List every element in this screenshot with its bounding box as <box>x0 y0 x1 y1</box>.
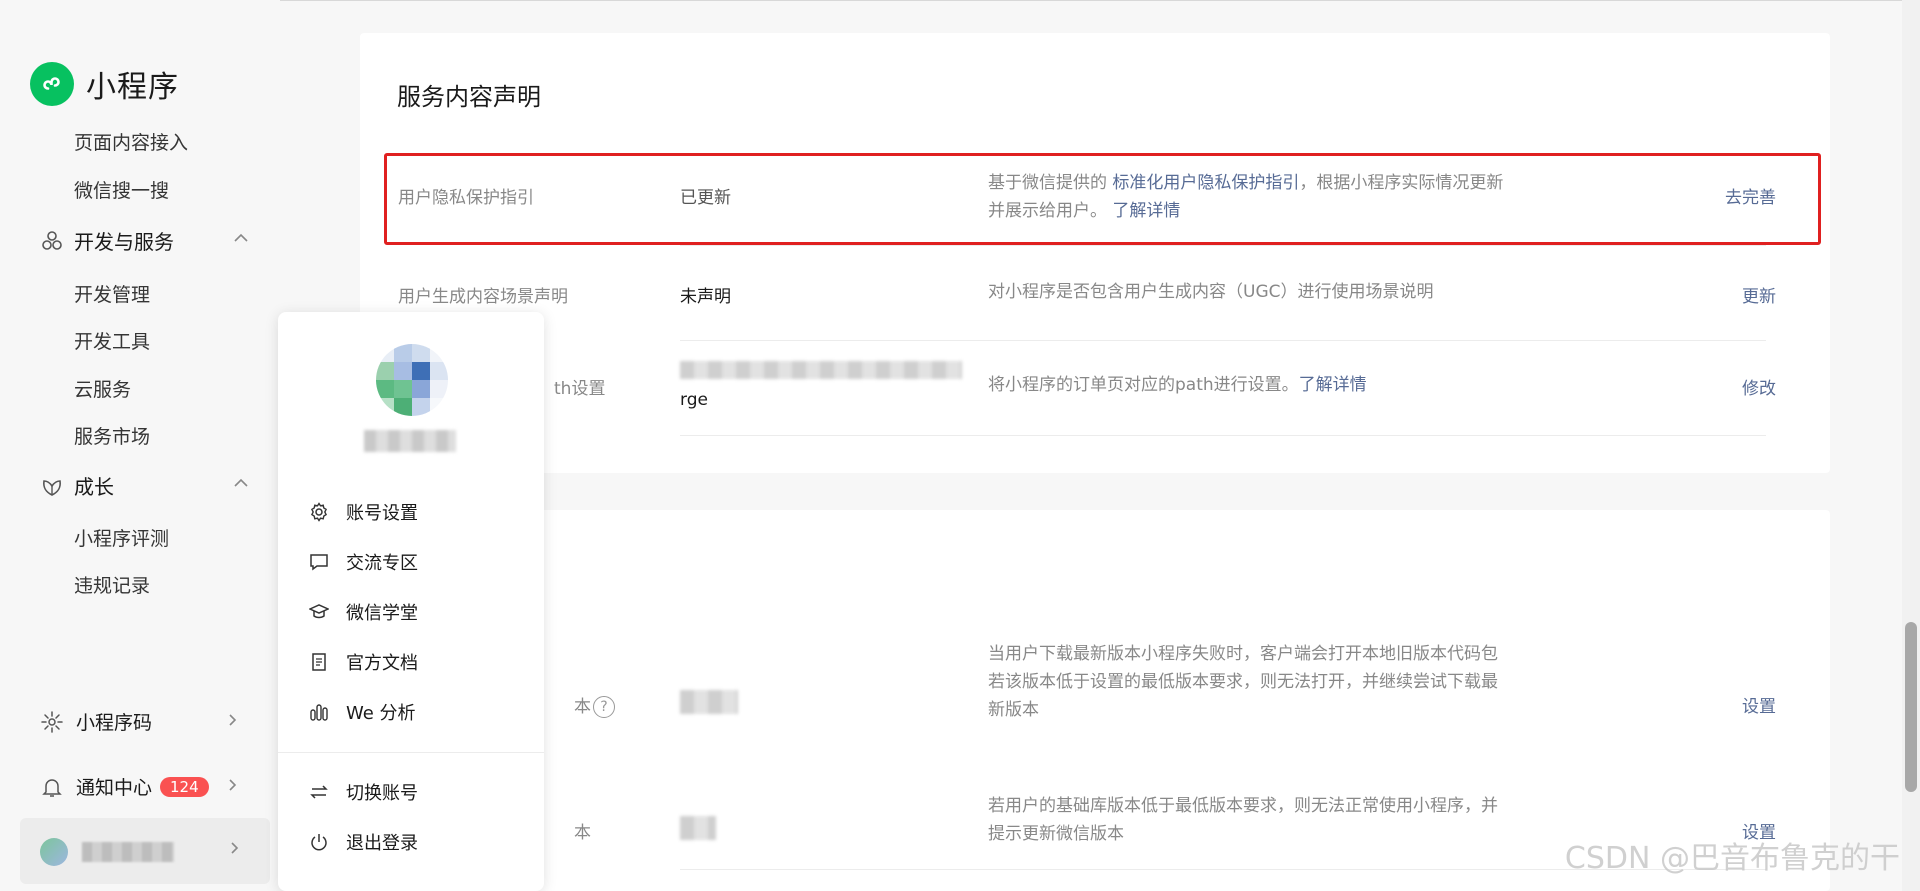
app-logo[interactable]: 小程序 <box>30 62 179 106</box>
growth-icon <box>40 474 64 498</box>
desc-line: 当用户下载最新版本小程序失败时，客户端会打开本地旧版本代码包 <box>988 644 1498 664</box>
dev-service-icon <box>40 229 64 253</box>
redacted-value <box>680 816 716 840</box>
menu-item-academy[interactable]: 微信学堂 <box>308 599 518 625</box>
row-value-redacted <box>680 816 716 845</box>
row-status-redacted: rge <box>680 361 970 410</box>
table-row-min-version: 本? 当用户下载最新版本小程序失败时，客户端会打开本地旧版本代码包 若该版本低于… <box>384 640 1802 770</box>
sidebar-item-page-content[interactable]: 页面内容接入 <box>74 128 188 155</box>
table-row-path: th设置 rge 将小程序的订单页对应的path进行设置。了解详情 修改 <box>384 341 1802 436</box>
row-name-partial: 本? <box>574 692 615 718</box>
power-icon <box>308 831 330 853</box>
account-name-redacted <box>364 430 456 452</box>
menu-item-label: 微信学堂 <box>346 603 418 624</box>
menu-item-account-settings[interactable]: 账号设置 <box>308 499 518 525</box>
row-divider <box>680 245 1766 246</box>
qrcode-sun-icon <box>40 710 64 734</box>
menu-item-label: 账号设置 <box>346 503 418 524</box>
path-tail: rge <box>680 390 708 410</box>
menu-divider <box>278 752 544 753</box>
sidebar-item-dev-manage[interactable]: 开发管理 <box>74 280 150 307</box>
row-name-partial: th设置 <box>554 379 606 399</box>
sidebar-item-violations[interactable]: 违规记录 <box>74 571 150 598</box>
update-button[interactable]: 更新 <box>1742 282 1776 307</box>
top-border <box>0 0 1920 1</box>
vertical-scrollbar[interactable] <box>1902 0 1920 891</box>
account-switcher[interactable] <box>20 818 270 884</box>
row-description: 若用户的基础库版本低于最低版本要求，则无法正常使用小程序，并提示更新微信版本 <box>988 796 1498 844</box>
menu-item-label: 官方文档 <box>346 653 418 674</box>
notify-count-badge: 124 <box>160 776 209 797</box>
menu-item-label: 切换账号 <box>346 783 418 804</box>
notify-label: 通知中心 <box>76 777 153 799</box>
row-divider <box>680 435 1766 436</box>
sidebar-item-service-market[interactable]: 服务市场 <box>74 422 150 449</box>
desc-line: 若该版本低于设置的最低版本要求，则无法打开，并继续尝试下载最新版本 <box>988 672 1498 720</box>
chevron-right-icon <box>224 776 240 798</box>
row-description: 当用户下载最新版本小程序失败时，客户端会打开本地旧版本代码包 若该版本低于设置的… <box>988 640 1508 724</box>
bell-icon <box>40 775 64 799</box>
menu-item-community[interactable]: 交流专区 <box>308 549 518 575</box>
row-status: 未声明 <box>680 287 731 307</box>
set-button[interactable]: 设置 <box>1742 692 1776 717</box>
menu-item-we-analytics[interactable]: We 分析 <box>308 699 518 725</box>
watermark: CSDN @巴音布鲁克的干 <box>1564 841 1900 876</box>
sidebar-group-label: 开发与服务 <box>74 230 174 254</box>
sidebar-item-dev-tools[interactable]: 开发工具 <box>74 327 150 354</box>
sidebar-qrcode[interactable]: 小程序码 <box>40 708 240 735</box>
sidebar: 小程序 页面内容接入 微信搜一搜 开发与服务 开发管理 开发工具 云服务 服务市… <box>0 0 280 891</box>
row-name-partial: 本 <box>574 823 591 843</box>
account-name-redacted <box>82 842 174 862</box>
sidebar-item-evaluation[interactable]: 小程序评测 <box>74 524 169 551</box>
chevron-right-icon <box>224 711 240 733</box>
table-row-ugc: 用户生成内容场景声明 未声明 对小程序是否包含用户生成内容（UGC）进行使用场景… <box>384 245 1802 341</box>
chevron-up-icon <box>232 473 250 497</box>
learn-more-link[interactable]: 了解详情 <box>1299 375 1367 395</box>
chevron-up-icon <box>232 228 250 252</box>
chevron-right-icon <box>226 840 242 860</box>
sidebar-group-growth[interactable]: 成长 <box>40 471 250 500</box>
redacted-value <box>680 690 738 714</box>
miniprogram-logo-icon <box>30 62 74 106</box>
menu-item-label: 退出登录 <box>346 833 418 854</box>
card-title: 服务内容声明 <box>397 83 541 111</box>
qrcode-label: 小程序码 <box>76 712 153 734</box>
help-icon[interactable]: ? <box>593 696 615 718</box>
sidebar-item-wechat-search[interactable]: 微信搜一搜 <box>74 176 169 203</box>
desc-text: 将小程序的订单页对应的path进行设置。 <box>988 375 1299 395</box>
analytics-bars-icon <box>308 701 330 723</box>
sidebar-group-label: 成长 <box>74 475 114 499</box>
graduation-cap-icon <box>308 601 330 623</box>
chat-bubble-icon <box>308 551 330 573</box>
switch-arrows-icon <box>308 781 330 803</box>
menu-item-label: We 分析 <box>346 703 416 724</box>
highlight-annotation-box <box>384 153 1821 245</box>
row-description: 将小程序的订单页对应的path进行设置。了解详情 <box>988 374 1508 396</box>
document-icon <box>308 651 330 673</box>
menu-item-logout[interactable]: 退出登录 <box>308 829 518 855</box>
modify-button[interactable]: 修改 <box>1742 374 1776 399</box>
row-name: 用户生成内容场景声明 <box>398 287 568 307</box>
sidebar-group-dev-service[interactable]: 开发与服务 <box>40 226 250 255</box>
gear-icon <box>308 501 330 523</box>
app-title: 小程序 <box>86 70 179 105</box>
scrollbar-thumb[interactable] <box>1905 622 1917 792</box>
row-name-text: 本 <box>574 697 591 717</box>
avatar <box>376 344 448 416</box>
redacted-path <box>680 361 962 379</box>
sidebar-item-cloud[interactable]: 云服务 <box>74 375 131 402</box>
service-declaration-card: 服务内容声明 用户隐私保护指引 已更新 基于微信提供的 标准化用户隐私保护指引，… <box>360 33 1830 473</box>
menu-item-switch-account[interactable]: 切换账号 <box>308 779 518 805</box>
menu-item-docs[interactable]: 官方文档 <box>308 649 518 675</box>
row-description: 对小程序是否包含用户生成内容（UGC）进行使用场景说明 <box>988 282 1434 302</box>
avatar <box>40 838 68 866</box>
account-popup-menu: 账号设置 交流专区 微信学堂 官方文档 We 分析 切换账号 退出登录 <box>278 312 544 891</box>
row-value-redacted <box>680 690 738 719</box>
sidebar-notifications[interactable]: 通知中心 124 <box>40 773 240 800</box>
menu-item-label: 交流专区 <box>346 553 418 574</box>
